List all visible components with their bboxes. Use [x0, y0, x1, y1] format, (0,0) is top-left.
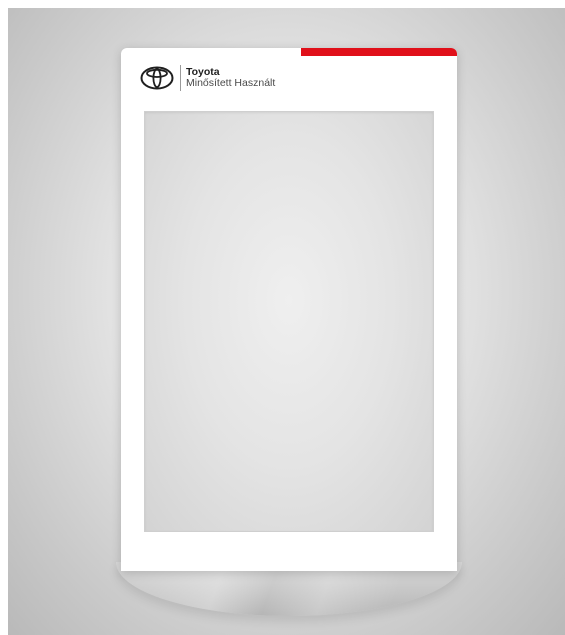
photo-placeholder [144, 111, 434, 532]
brand-logo: Toyota Minősített Használt [140, 65, 275, 91]
display-card: Toyota Minősített Használt [121, 48, 457, 571]
toyota-emblem-icon [140, 66, 174, 90]
accent-bar [301, 48, 457, 56]
brand-subtitle: Minősített Használt [186, 77, 276, 89]
logo-divider [180, 65, 181, 91]
logo-text: Toyota Minősített Használt [186, 67, 275, 89]
